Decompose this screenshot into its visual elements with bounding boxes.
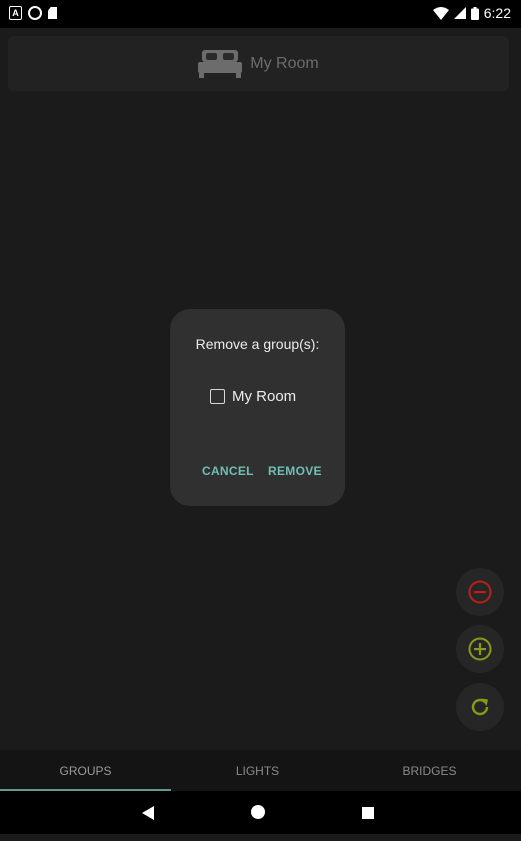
- home-icon[interactable]: [251, 805, 265, 819]
- system-icons: 6:22: [432, 5, 511, 21]
- tab-bridges[interactable]: BRIDGES: [344, 750, 515, 791]
- notification-icons: A: [9, 6, 57, 20]
- remove-group-button[interactable]: [456, 568, 504, 616]
- remove-group-dialog: Remove a group(s): My Room CANCEL REMOVE: [170, 309, 345, 506]
- wifi-icon: [432, 6, 449, 20]
- tab-bar: GROUPS LIGHTS BRIDGES: [0, 750, 521, 791]
- group-checkbox[interactable]: [210, 389, 225, 404]
- remove-circle-icon: [468, 580, 492, 604]
- add-circle-icon: [468, 637, 492, 661]
- bed-icon: [198, 49, 243, 78]
- add-group-button[interactable]: [456, 625, 504, 673]
- status-time: 6:22: [483, 5, 511, 21]
- group-option-my-room[interactable]: My Room: [210, 388, 296, 405]
- status-bar: A 6:22: [0, 0, 521, 28]
- recents-icon[interactable]: [362, 807, 374, 819]
- group-option-label: My Room: [232, 388, 297, 405]
- group-header-card[interactable]: My Room: [8, 36, 509, 91]
- battery-icon: [470, 6, 479, 20]
- group-title: My Room: [250, 54, 319, 72]
- circle-notification-icon: [28, 6, 42, 20]
- refresh-button[interactable]: [456, 683, 504, 731]
- signal-icon: [453, 7, 466, 19]
- sd-card-icon: [48, 7, 57, 19]
- remove-button[interactable]: REMOVE: [268, 464, 322, 478]
- a-notification-icon: A: [9, 6, 22, 20]
- navigation-bar: [0, 791, 521, 834]
- back-icon[interactable]: [142, 806, 154, 820]
- bottom-edge: [0, 834, 521, 841]
- dialog-title: Remove a group(s):: [195, 336, 320, 352]
- tab-lights[interactable]: LIGHTS: [172, 750, 343, 791]
- refresh-icon: [471, 698, 489, 716]
- cancel-button[interactable]: CANCEL: [202, 464, 254, 478]
- tab-groups[interactable]: GROUPS: [0, 750, 171, 791]
